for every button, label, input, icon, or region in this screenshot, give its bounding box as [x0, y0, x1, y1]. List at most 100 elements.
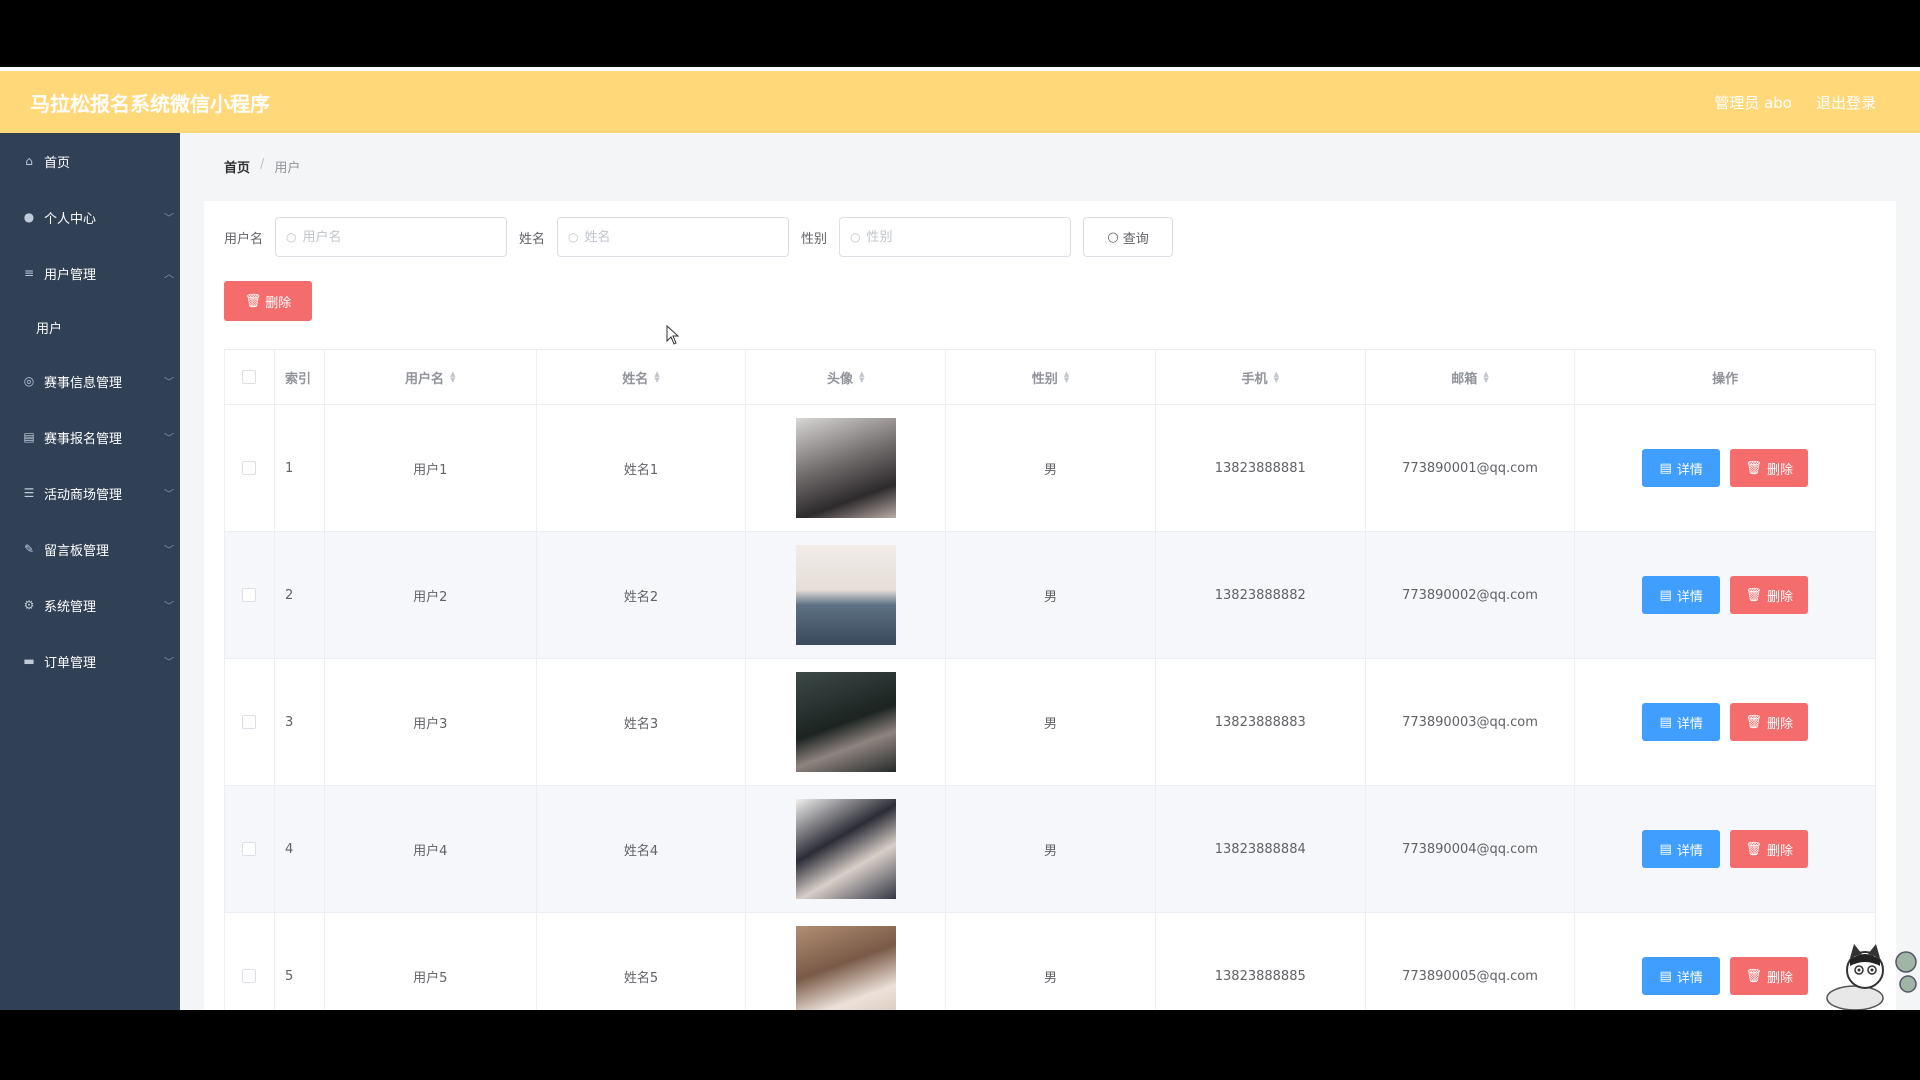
avatar[interactable]	[795, 672, 896, 772]
row-checkbox[interactable]	[242, 715, 257, 729]
sort-icon[interactable]: ▲ ▼	[654, 371, 659, 384]
detail-button[interactable]: ▤ 详情	[1642, 830, 1721, 868]
sort-icon[interactable]: ▲ ▼	[1483, 371, 1488, 384]
sidebar-subitem-users[interactable]: 用户	[0, 301, 180, 353]
delete-button-label: 删除	[1766, 716, 1793, 732]
sort-icon[interactable]: ▲ ▼	[859, 371, 864, 384]
row-checkbox-cell	[225, 913, 275, 1010]
sort-icon[interactable]: ▲ ▼	[1064, 371, 1069, 384]
delete-button[interactable]: 🗑 删除	[1730, 703, 1809, 741]
delete-button[interactable]: 🗑 删除	[1730, 449, 1809, 487]
sidebar-item-user-management[interactable]: ≡ 用户管理 ︿	[0, 245, 180, 301]
row-name: 姓名1	[537, 405, 747, 531]
breadcrumb: 首页 / 用户	[224, 157, 300, 176]
avatar[interactable]	[795, 799, 896, 899]
settings-icon: ⚙	[23, 598, 35, 612]
select-all-checkbox[interactable]	[242, 370, 257, 384]
delete-button-label: 删除	[1766, 462, 1793, 478]
row-email: 773890001@qq.com	[1366, 405, 1576, 531]
sidebar-item-label: 首页	[44, 155, 71, 171]
row-email: 773890005@qq.com	[1366, 913, 1576, 1010]
breadcrumb-home[interactable]: 首页	[224, 157, 250, 176]
query-button[interactable]: ○ 查询	[1083, 217, 1174, 257]
sidebar-item-label: 系统管理	[44, 599, 97, 615]
clipboard-icon: ▤	[23, 430, 35, 444]
avatar[interactable]	[795, 545, 896, 645]
sliders-icon: ☰	[23, 486, 35, 500]
search-form: 用户名 ○ 姓名 ○ 性别 ○ ○ 查询	[224, 217, 1174, 257]
content-card: 用户名 ○ 姓名 ○ 性别 ○ ○ 查询	[204, 201, 1896, 1010]
gender-input[interactable]	[866, 229, 1057, 245]
sort-icon[interactable]: ▲ ▼	[1274, 371, 1279, 384]
sidebar-item-activity-mall[interactable]: ☰ 活动商场管理 ﹀	[0, 465, 180, 521]
row-username: 用户1	[325, 405, 537, 531]
header-phone[interactable]: 手机 ▲ ▼	[1156, 350, 1366, 404]
detail-button[interactable]: ▤ 详情	[1642, 703, 1721, 741]
header-gender[interactable]: 性别 ▲ ▼	[946, 350, 1156, 404]
row-checkbox[interactable]	[242, 969, 257, 983]
row-ops: ▤ 详情 🗑 删除	[1575, 659, 1875, 785]
row-username: 用户2	[325, 532, 537, 658]
table-row: 5 用户5 姓名5 男 13823888885 773890005@qq.com…	[225, 913, 1875, 1010]
name-input[interactable]	[584, 229, 775, 245]
app-title: 马拉松报名系统微信小程序	[30, 91, 270, 116]
row-checkbox[interactable]	[242, 461, 257, 475]
sidebar-item-event-info[interactable]: ◎ 赛事信息管理 ﹀	[0, 353, 180, 409]
row-username: 用户5	[325, 913, 537, 1010]
header-avatar[interactable]: 头像 ▲ ▼	[746, 350, 947, 404]
sidebar-item-message-board[interactable]: ✎ 留言板管理 ﹀	[0, 521, 180, 577]
table-row: 1 用户1 姓名1 男 13823888881 773890001@qq.com…	[225, 405, 1875, 532]
delete-button[interactable]: 🗑 删除	[1730, 830, 1809, 868]
avatar[interactable]	[795, 926, 896, 1010]
search-icon: ○	[568, 230, 579, 244]
sidebar-item-home[interactable]: ⌂ 首页	[0, 133, 180, 189]
chevron-down-icon: ﹀	[164, 601, 174, 613]
detail-button[interactable]: ▤ 详情	[1642, 957, 1721, 995]
logout-link[interactable]: 退出登录	[1816, 92, 1876, 113]
sort-icon[interactable]: ▲ ▼	[450, 371, 455, 384]
trash-icon: 🗑	[244, 293, 262, 309]
gender-search-box: ○	[839, 217, 1072, 257]
sidebar-item-label: 个人中心	[44, 211, 97, 227]
username-input[interactable]	[302, 229, 493, 245]
row-checkbox[interactable]	[242, 842, 257, 856]
breadcrumb-separator: /	[260, 157, 265, 172]
chevron-down-icon: ﹀	[164, 213, 174, 225]
row-checkbox-cell	[225, 659, 275, 785]
delete-button[interactable]: 🗑 删除	[1730, 957, 1809, 995]
search-icon: ○	[286, 230, 297, 244]
globe-icon: ◎	[23, 374, 35, 388]
delete-button[interactable]: 🗑 删除	[1730, 576, 1809, 614]
sidebar-item-label: 活动商场管理	[44, 487, 123, 503]
chevron-down-icon: ﹀	[164, 377, 174, 389]
row-checkbox[interactable]	[242, 588, 257, 602]
monitor-icon: ▬	[23, 654, 35, 668]
user-icon: ●	[23, 210, 35, 224]
detail-button[interactable]: ▤ 详情	[1642, 576, 1721, 614]
detail-button-label: 详情	[1676, 843, 1703, 859]
avatar[interactable]	[795, 418, 896, 518]
sidebar-item-orders[interactable]: ▬ 订单管理 ﹀	[0, 633, 180, 689]
admin-user-label[interactable]: 管理员 abo	[1714, 92, 1792, 113]
header-name[interactable]: 姓名 ▲ ▼	[537, 350, 747, 404]
header-username[interactable]: 用户名 ▲ ▼	[325, 350, 537, 404]
detail-button-label: 详情	[1676, 589, 1703, 605]
delete-button-label: 删除	[1766, 843, 1793, 859]
row-avatar-cell	[746, 532, 947, 658]
detail-button[interactable]: ▤ 详情	[1642, 449, 1721, 487]
trash-icon: 🗑	[1745, 587, 1762, 603]
mouse-cursor-icon	[666, 325, 680, 345]
sidebar-item-event-registration[interactable]: ▤ 赛事报名管理 ﹀	[0, 409, 180, 465]
bulk-delete-button[interactable]: 🗑 删除	[224, 281, 312, 321]
chevron-up-icon: ︿	[164, 269, 174, 281]
document-icon: ▤	[1659, 968, 1672, 984]
row-phone: 13823888885	[1156, 913, 1366, 1010]
sidebar-item-system[interactable]: ⚙ 系统管理 ﹀	[0, 577, 180, 633]
row-avatar-cell	[746, 659, 947, 785]
table-row: 4 用户4 姓名4 男 13823888884 773890004@qq.com…	[225, 786, 1875, 913]
header-ops: 操作	[1712, 371, 1739, 387]
sidebar-item-personal-center[interactable]: ● 个人中心 ﹀	[0, 189, 180, 245]
mascot-cat-icon	[1826, 944, 1917, 1010]
header-email[interactable]: 邮箱 ▲ ▼	[1366, 350, 1576, 404]
delete-button-label: 删除	[1766, 589, 1793, 605]
